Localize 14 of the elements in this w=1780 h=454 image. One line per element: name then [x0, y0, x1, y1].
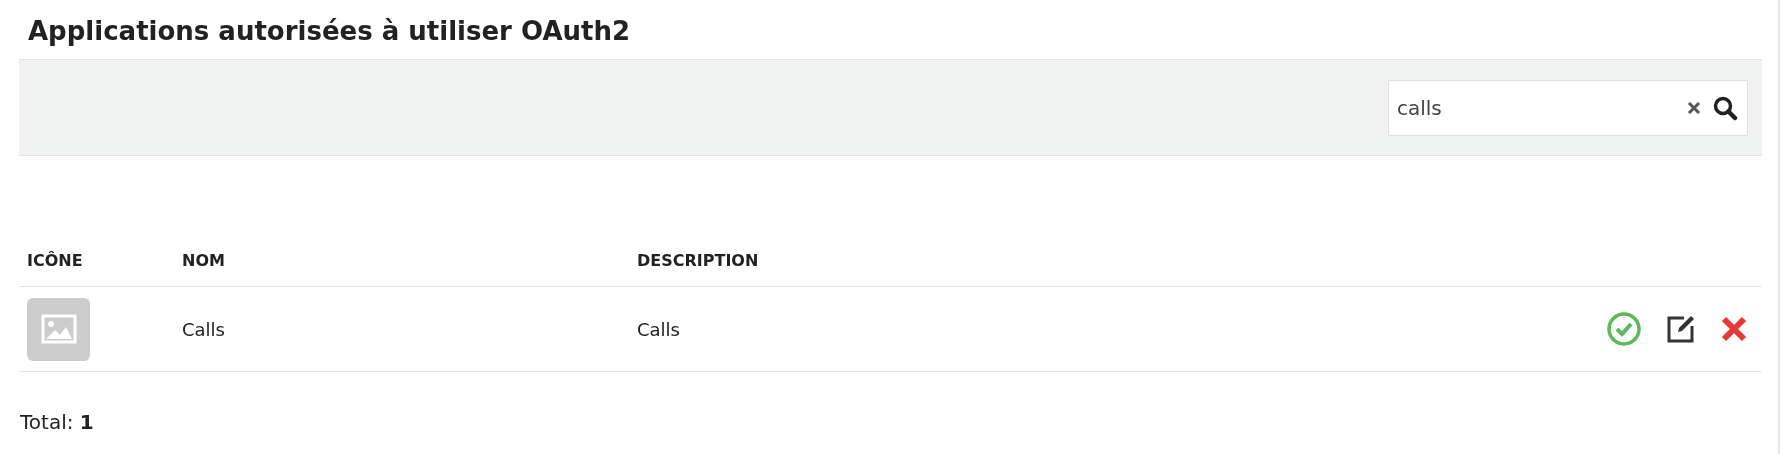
- search-icon[interactable]: [1712, 94, 1738, 121]
- table-cell: Calls: [182, 318, 225, 340]
- table-cell: Calls: [637, 318, 680, 340]
- column-header: NOM: [182, 250, 225, 270]
- image-placeholder-icon: [27, 297, 90, 361]
- page-title: Applications autorisées à utiliser OAuth2: [27, 15, 632, 48]
- search-field[interactable]: calls: [1388, 79, 1748, 136]
- check-circle-icon[interactable]: [1606, 311, 1642, 347]
- column-header: ICÔNE: [27, 250, 83, 270]
- total-count: Total: 1: [19, 409, 95, 434]
- delete-icon[interactable]: [1720, 315, 1748, 343]
- column-header: DESCRIPTION: [637, 250, 759, 270]
- edit-icon[interactable]: [1666, 314, 1696, 344]
- clear-icon[interactable]: [1686, 99, 1702, 116]
